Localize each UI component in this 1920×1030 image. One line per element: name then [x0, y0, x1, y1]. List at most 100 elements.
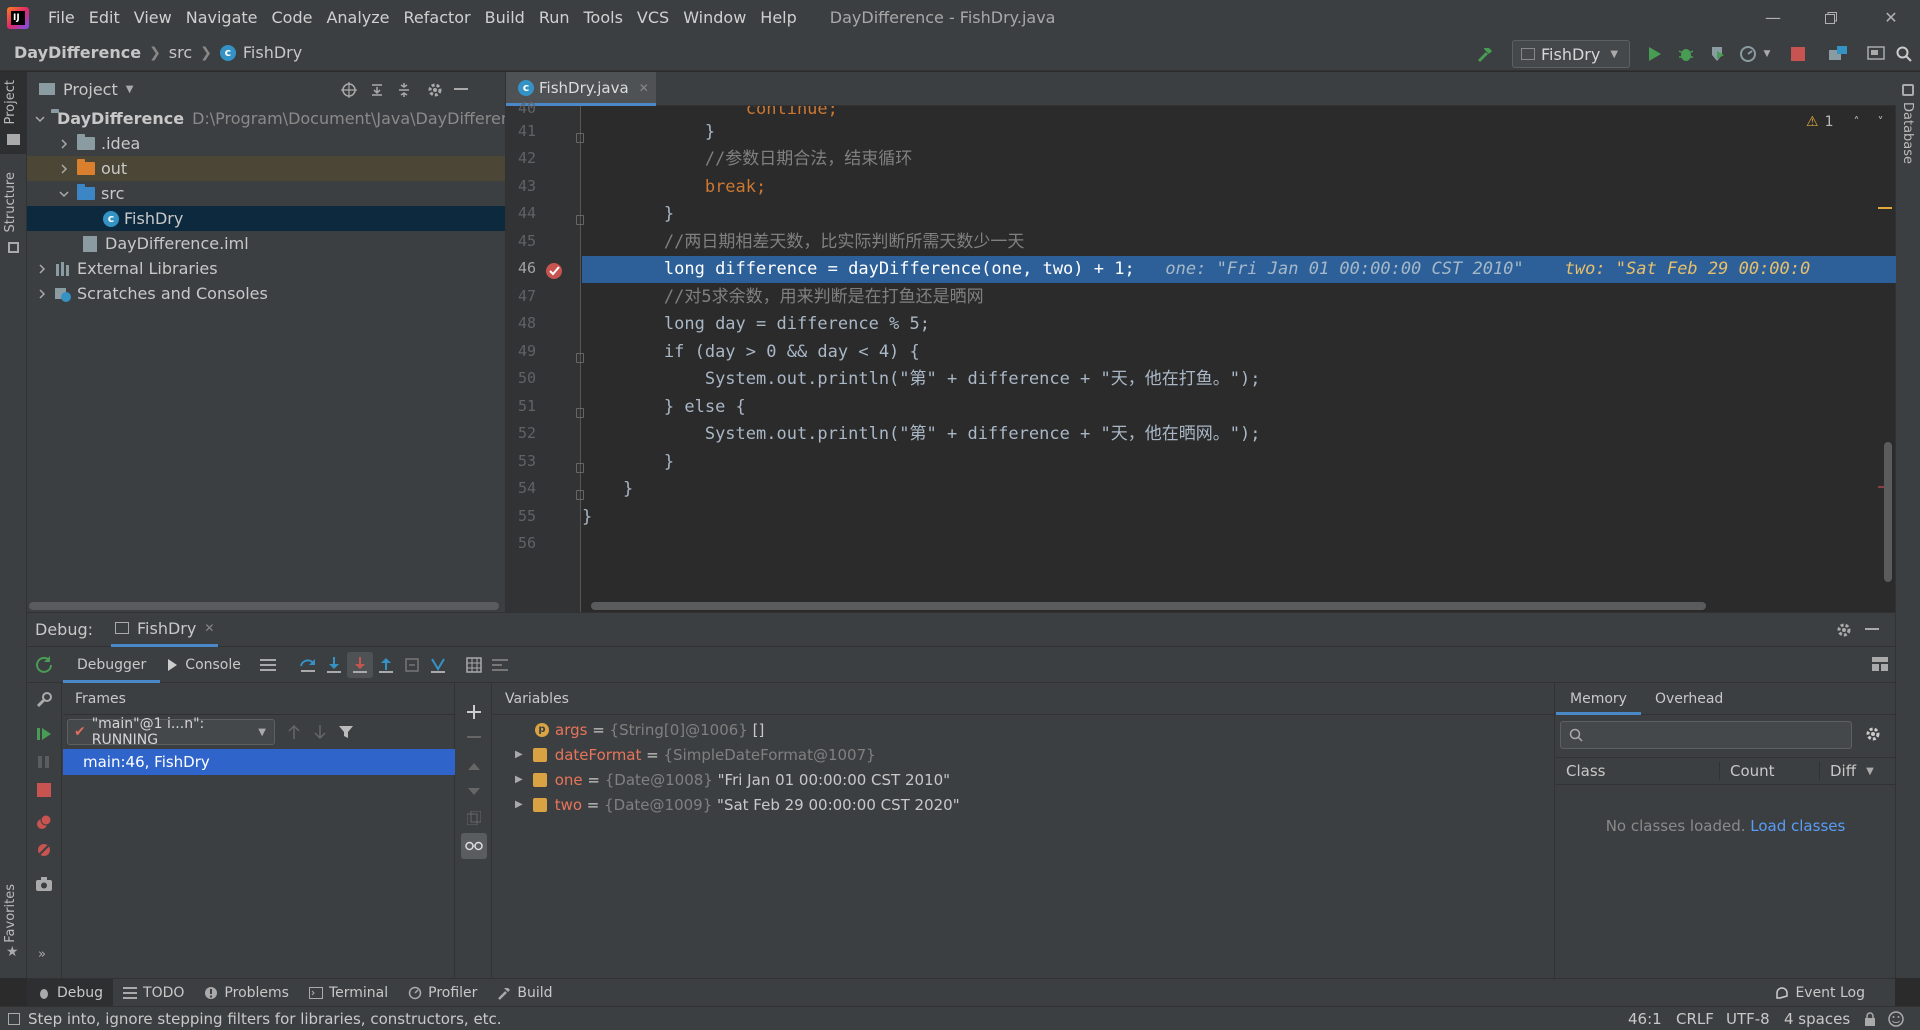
chevron-right-icon[interactable]: ▶ [515, 774, 523, 785]
project-tool-tab[interactable]: Project [3, 80, 18, 124]
menu-code[interactable]: Code [265, 0, 320, 35]
toggle-tool-windows-icon[interactable] [8, 1012, 20, 1025]
wrench-icon[interactable] [31, 687, 57, 713]
breadcrumb-fishdry[interactable]: FishDry [241, 43, 302, 62]
show-watches-icon[interactable] [461, 833, 487, 859]
filter-icon[interactable] [333, 719, 359, 745]
close-tab-icon[interactable]: ✕ [639, 81, 649, 95]
copy-icon[interactable] [461, 805, 487, 831]
class-search-input[interactable] [1560, 721, 1852, 749]
debug-session-tab[interactable]: FishDry ✕ [111, 613, 219, 647]
breakpoint-icon[interactable] [546, 263, 562, 279]
settings-gear-icon[interactable] [1831, 617, 1857, 643]
chevron-right-icon[interactable] [35, 287, 49, 301]
column-diff[interactable]: Diff [1820, 762, 1856, 780]
expand-all-icon[interactable] [367, 80, 387, 100]
tool-tab-profiler[interactable]: Profiler [398, 979, 487, 1007]
tree-item-scratches[interactable]: Scratches and Consoles [27, 281, 505, 306]
arrow-up-icon[interactable] [281, 719, 307, 745]
chevron-right-icon[interactable] [35, 262, 49, 276]
chevron-down-icon[interactable]: ▼ [126, 84, 134, 95]
tree-item-out[interactable]: out [27, 156, 505, 181]
chevron-right-icon[interactable]: ▶ [515, 749, 523, 760]
menu-view[interactable]: View [127, 0, 179, 35]
indent-setting[interactable]: 4 spaces [1784, 1010, 1850, 1028]
menu-run[interactable]: Run [532, 0, 577, 35]
tree-item-iml[interactable]: DayDifference.iml [27, 231, 505, 256]
move-down-icon[interactable] [461, 779, 487, 805]
close-window-icon[interactable]: ✕ [1862, 0, 1920, 35]
breadcrumb-src[interactable]: src [161, 43, 192, 62]
evaluate-expression-icon[interactable] [461, 652, 487, 678]
chevron-down-icon[interactable]: ▼ [1866, 766, 1874, 777]
tool-tab-todo[interactable]: TODO [113, 979, 194, 1007]
hide-panel-icon[interactable] [1859, 617, 1885, 643]
variable-row-args[interactable]: p args = {String[0]@1006} [] [535, 717, 764, 742]
menu-vcs[interactable]: VCS [630, 0, 676, 35]
variable-row-one[interactable]: ▶ one = {Date@1008} "Fri Jan 01 00:00:00… [515, 767, 950, 792]
menu-navigate[interactable]: Navigate [179, 0, 265, 35]
variable-row-dateformat[interactable]: ▶ dateFormat = {SimpleDateFormat@1007} [515, 742, 876, 767]
database-tool-tab[interactable]: Database [1900, 102, 1915, 164]
variable-row-two[interactable]: ▶ two = {Date@1009} "Sat Feb 29 00:00:00… [515, 792, 960, 817]
tool-tab-build[interactable]: Build [487, 979, 562, 1007]
hide-panel-icon[interactable] [451, 80, 471, 100]
tree-item-idea[interactable]: .idea [27, 131, 505, 156]
chevron-down-icon[interactable] [35, 112, 45, 126]
locate-file-icon[interactable] [339, 80, 359, 100]
tool-tab-problems[interactable]: Problems [194, 979, 299, 1007]
tree-item-fishdry[interactable]: c FishDry [27, 206, 505, 231]
run-with-coverage-icon[interactable] [1706, 42, 1730, 66]
vertical-scrollbar[interactable] [1884, 442, 1892, 582]
presentation-icon[interactable] [1864, 42, 1888, 66]
layout-menu-icon[interactable] [255, 652, 281, 678]
step-out-icon[interactable] [373, 652, 399, 678]
trace-current-stream-icon[interactable] [487, 652, 513, 678]
menu-help[interactable]: Help [753, 0, 803, 35]
tab-memory[interactable]: Memory [1556, 683, 1641, 715]
settings-gear-icon[interactable] [425, 80, 445, 100]
favorites-tool-tab[interactable]: Favorites [3, 884, 18, 943]
build-hammer-icon[interactable] [1473, 42, 1497, 66]
file-encoding[interactable]: UTF-8 [1726, 1010, 1770, 1028]
pause-program-icon[interactable] [31, 749, 57, 775]
breadcrumb-project[interactable]: DayDifference [0, 43, 141, 62]
tool-tab-debug[interactable]: Debug [27, 978, 114, 1007]
caret-position[interactable]: 46:1 [1628, 1010, 1662, 1028]
load-classes-link[interactable]: Load classes [1750, 817, 1845, 835]
search-everywhere-icon[interactable] [1892, 42, 1916, 66]
chevron-right-icon[interactable] [57, 137, 71, 151]
column-class[interactable]: Class [1556, 762, 1720, 780]
minimize-icon[interactable]: — [1744, 0, 1802, 35]
structure-tool-tab[interactable]: Structure [3, 172, 18, 232]
tab-debugger[interactable]: Debugger [63, 647, 161, 683]
restore-icon[interactable] [1802, 0, 1860, 35]
debug-bug-icon[interactable] [1674, 42, 1698, 66]
menu-build[interactable]: Build [478, 0, 532, 35]
project-panel-title[interactable]: Project [63, 80, 118, 99]
line-separator[interactable]: CRLF [1676, 1010, 1714, 1028]
run-icon[interactable] [1642, 42, 1666, 66]
move-up-icon[interactable] [461, 753, 487, 779]
tab-console[interactable]: Console [177, 647, 255, 683]
mute-breakpoints-icon[interactable] [31, 837, 57, 863]
tool-tab-terminal[interactable]: Terminal [299, 979, 398, 1007]
view-breakpoints-icon[interactable] [31, 809, 57, 835]
thread-select[interactable]: ✔ "main"@1 i...n": RUNNING ▼ [67, 716, 275, 748]
stop-icon[interactable] [1786, 42, 1810, 66]
code-area[interactable]: continue; } //参数日期合法，结束循环 break; } //两日期… [582, 106, 1896, 612]
restore-layout-icon[interactable] [1867, 651, 1893, 677]
tree-item-src[interactable]: src [27, 181, 505, 206]
step-into-icon[interactable] [321, 652, 347, 678]
menu-window[interactable]: Window [676, 0, 753, 35]
lock-icon[interactable] [1864, 1012, 1876, 1026]
menu-file[interactable]: File [41, 0, 82, 35]
remove-watch-icon[interactable] [461, 725, 487, 751]
tab-overhead[interactable]: Overhead [1641, 683, 1737, 715]
project-structure-icon[interactable] [1826, 42, 1850, 66]
resume-program-icon[interactable] [31, 721, 57, 747]
more-actions-icon[interactable]: » [38, 947, 46, 962]
inspector-face-icon[interactable] [1888, 1011, 1904, 1027]
menu-edit[interactable]: Edit [82, 0, 127, 35]
arrow-down-icon[interactable] [307, 719, 333, 745]
